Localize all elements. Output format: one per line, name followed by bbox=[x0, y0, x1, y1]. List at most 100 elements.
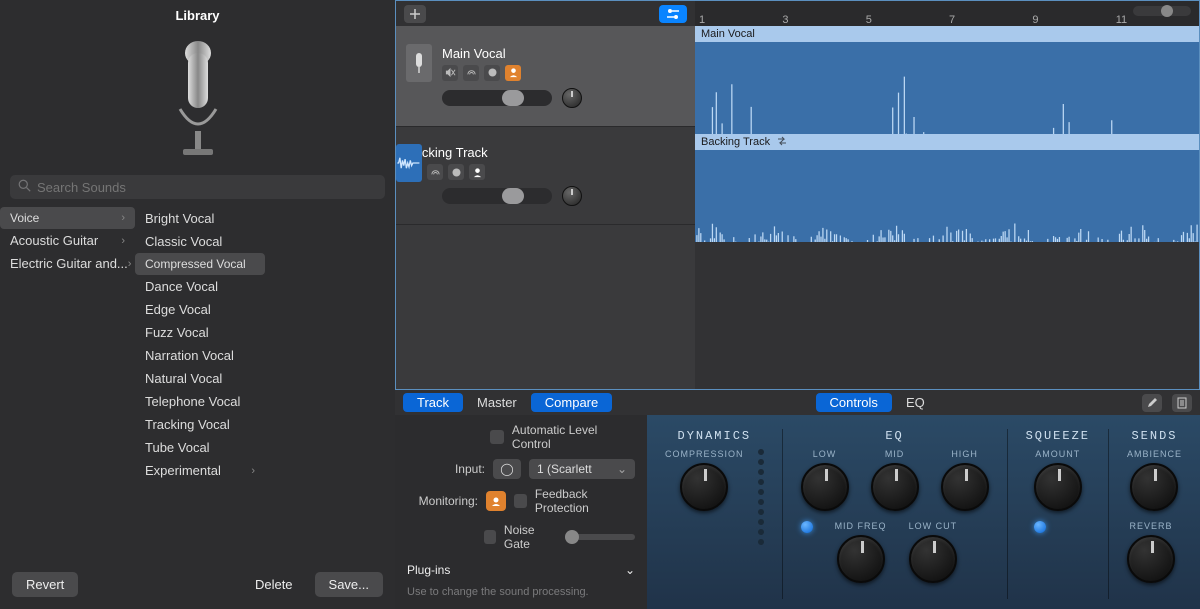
library-preview-image bbox=[0, 29, 395, 169]
volume-slider[interactable] bbox=[442, 188, 552, 204]
input-label: Input: bbox=[407, 462, 485, 476]
revert-button[interactable]: Revert bbox=[12, 572, 78, 597]
input-mono-toggle[interactable]: ◯ bbox=[493, 459, 521, 479]
ruler-mark: 5 bbox=[866, 14, 908, 26]
save-button[interactable]: Save... bbox=[315, 572, 383, 597]
feedback-label: Feedback Protection bbox=[535, 487, 635, 515]
category-column[interactable]: Voice›Acoustic Guitar›Electric Guitar an… bbox=[0, 207, 135, 564]
plugins-description: Use to change the sound processing. bbox=[407, 585, 635, 599]
solo-button[interactable] bbox=[427, 164, 443, 180]
knob-compression[interactable] bbox=[680, 463, 728, 511]
section-title: EQ bbox=[885, 429, 903, 443]
preset-column[interactable]: Bright VocalClassic VocalCompressed Voca… bbox=[135, 207, 265, 564]
search-field[interactable] bbox=[10, 175, 385, 199]
indicator-led bbox=[801, 521, 813, 533]
preset-item[interactable]: Bright Vocal bbox=[135, 207, 265, 230]
plugins-header[interactable]: Plug-ins⌄ bbox=[407, 563, 635, 577]
edit-icon[interactable] bbox=[1142, 394, 1162, 412]
zoom-slider[interactable] bbox=[1133, 6, 1191, 16]
smart-controls-tabs: TrackMasterCompare ControlsEQ bbox=[395, 390, 1200, 415]
audio-region[interactable]: Backing Track bbox=[695, 134, 1199, 242]
input-select[interactable]: 1 (Scarlett⌄ bbox=[529, 459, 635, 479]
smart-controls-panel: TrackMasterCompare ControlsEQ Automatic … bbox=[395, 390, 1200, 609]
smart-controls-rack: DYNAMICS COMPRESSION EQ LOWMIDHIGHMID FR… bbox=[647, 415, 1200, 609]
chevron-right-icon: › bbox=[121, 212, 125, 224]
preset-item[interactable]: Compressed Vocal bbox=[135, 253, 265, 275]
category-item[interactable]: Electric Guitar and...› bbox=[0, 252, 135, 275]
preset-item[interactable]: Experimental› bbox=[135, 459, 265, 482]
preset-item[interactable]: Tube Vocal bbox=[135, 436, 265, 459]
noise-gate-slider[interactable] bbox=[565, 534, 635, 540]
knob-label: LOW bbox=[813, 449, 837, 459]
library-panel: Library Voice›Acoustic Guitar›Electric G… bbox=[0, 0, 395, 609]
tab-controls[interactable]: Controls bbox=[816, 393, 892, 412]
arrange-area[interactable]: 1357911 Main Vocal Backing Track bbox=[695, 0, 1200, 390]
track-name: Main Vocal bbox=[442, 46, 685, 61]
loop-icon bbox=[776, 136, 788, 149]
preset-item[interactable]: Telephone Vocal bbox=[135, 390, 265, 413]
search-input[interactable] bbox=[37, 180, 377, 195]
alc-checkbox[interactable] bbox=[490, 430, 504, 444]
knob-low cut[interactable] bbox=[909, 535, 957, 583]
solo-button[interactable] bbox=[463, 65, 479, 81]
track-header[interactable]: Main Vocal bbox=[396, 26, 695, 127]
tab-eq[interactable]: EQ bbox=[892, 393, 939, 412]
track-header-panel: Main Vocal Backing Track bbox=[395, 0, 695, 390]
pan-knob[interactable] bbox=[562, 186, 582, 206]
ruler-mark: 1 bbox=[699, 14, 741, 26]
knob-label: REVERB bbox=[1129, 521, 1172, 531]
volume-slider[interactable] bbox=[442, 90, 552, 106]
delete-button[interactable]: Delete bbox=[241, 572, 307, 597]
chevron-right-icon: › bbox=[128, 258, 132, 270]
knob-ambience[interactable] bbox=[1130, 463, 1178, 511]
pan-knob[interactable] bbox=[562, 88, 582, 108]
tab-compare[interactable]: Compare bbox=[531, 393, 612, 412]
knob-mid[interactable] bbox=[871, 463, 919, 511]
knob-low[interactable] bbox=[801, 463, 849, 511]
preset-item[interactable]: Natural Vocal bbox=[135, 367, 265, 390]
feedback-checkbox[interactable] bbox=[514, 494, 527, 508]
knob-reverb[interactable] bbox=[1127, 535, 1175, 583]
preset-item[interactable]: Edge Vocal bbox=[135, 298, 265, 321]
preset-item[interactable]: Tracking Vocal bbox=[135, 413, 265, 436]
record-enable-button[interactable] bbox=[448, 164, 464, 180]
audio-region[interactable]: Main Vocal bbox=[695, 26, 1199, 134]
monitoring-button[interactable] bbox=[486, 491, 506, 511]
microphone-icon bbox=[168, 39, 228, 159]
alc-label: Automatic Level Control bbox=[512, 423, 635, 451]
tab-master[interactable]: Master bbox=[463, 393, 531, 412]
record-enable-button[interactable] bbox=[484, 65, 500, 81]
knob-high[interactable] bbox=[941, 463, 989, 511]
preset-item[interactable]: Classic Vocal bbox=[135, 230, 265, 253]
library-footer: Revert Delete Save... bbox=[0, 564, 395, 609]
knob-label: LOW CUT bbox=[909, 521, 958, 531]
track-header[interactable]: Backing Track bbox=[396, 127, 695, 225]
knob-amount[interactable] bbox=[1034, 463, 1082, 511]
mute-button[interactable] bbox=[442, 65, 458, 81]
library-title: Library bbox=[0, 0, 395, 29]
category-item[interactable]: Acoustic Guitar› bbox=[0, 229, 135, 252]
preset-item[interactable]: Narration Vocal bbox=[135, 344, 265, 367]
inspector-icon[interactable] bbox=[1172, 394, 1192, 412]
knob-label: COMPRESSION bbox=[665, 449, 744, 459]
track-icon bbox=[406, 44, 432, 82]
noise-gate-checkbox[interactable] bbox=[484, 530, 496, 544]
rack-section-squeeze: SQUEEZE AMOUNT bbox=[1026, 429, 1090, 599]
timeline-ruler[interactable]: 1357911 bbox=[695, 1, 1199, 26]
chevron-down-icon: ⌄ bbox=[625, 563, 635, 577]
preset-item[interactable]: Dance Vocal bbox=[135, 275, 265, 298]
search-icon bbox=[18, 179, 31, 195]
input-monitor-button[interactable] bbox=[505, 65, 521, 81]
preset-detail-column bbox=[265, 207, 395, 564]
indicator-led bbox=[1034, 521, 1046, 533]
tab-track[interactable]: Track bbox=[403, 393, 463, 412]
input-monitor-button[interactable] bbox=[469, 164, 485, 180]
add-track-button[interactable] bbox=[404, 5, 426, 23]
track-filter-button[interactable] bbox=[659, 5, 687, 23]
knob-mid freq[interactable] bbox=[837, 535, 885, 583]
ruler-mark: 3 bbox=[782, 14, 824, 26]
rack-section-sends: SENDS AMBIENCEREVERB bbox=[1127, 429, 1182, 599]
rack-section-dynamics: DYNAMICS COMPRESSION bbox=[665, 429, 764, 599]
preset-item[interactable]: Fuzz Vocal bbox=[135, 321, 265, 344]
category-item[interactable]: Voice› bbox=[0, 207, 135, 229]
